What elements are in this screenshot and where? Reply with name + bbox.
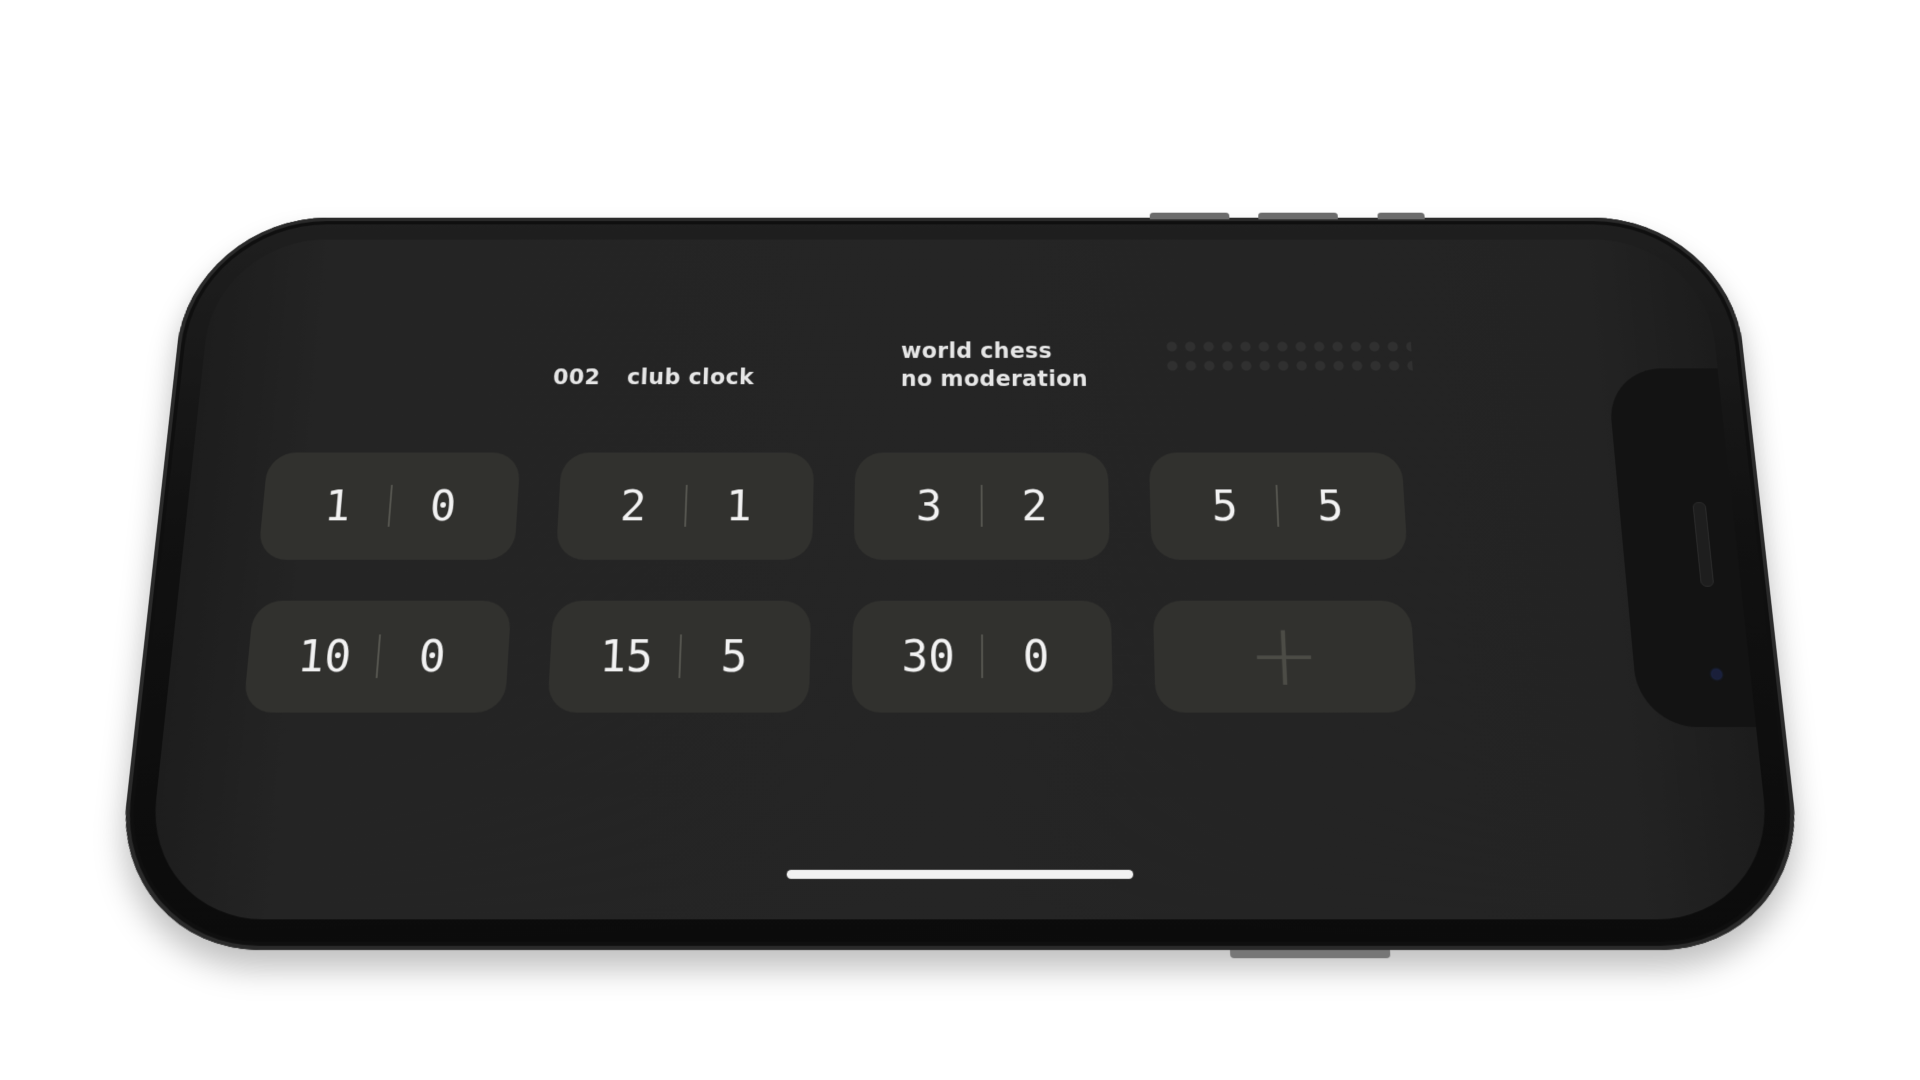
preset-increment: 1	[686, 481, 791, 530]
preset-row: 1 0 2 1 3 2 5 5	[258, 453, 1435, 560]
home-indicator[interactable]	[787, 870, 1134, 879]
preset-2-1-button[interactable]: 2 1	[556, 453, 814, 560]
speaker-grille	[1692, 502, 1714, 587]
preset-increment: 0	[389, 481, 496, 530]
mockup-stage: 002 club clock world chess no moderation…	[0, 0, 1920, 1080]
edition-number: 002	[552, 365, 601, 390]
add-preset-button[interactable]: +	[1153, 601, 1418, 713]
preset-minutes: 3	[877, 481, 981, 530]
preset-increment: 5	[680, 631, 787, 682]
preset-increment: 2	[983, 481, 1087, 530]
volume-button	[1150, 213, 1230, 220]
app-header: 002 club clock world chess no moderation	[200, 334, 1721, 395]
time-control-presets: 1 0 2 1 3 2 5 5 10 0 15 5 30 0 +	[239, 453, 1447, 756]
preset-increment: 0	[377, 631, 486, 682]
tagline-line-2: no moderation	[901, 365, 1088, 393]
app-screen: 002 club clock world chess no moderation…	[143, 240, 1776, 920]
tagline-line-1: world chess	[901, 337, 1088, 365]
preset-minutes: 15	[572, 631, 680, 682]
preset-30-0-button[interactable]: 30 0	[851, 601, 1113, 713]
preset-minutes: 2	[580, 481, 686, 530]
silent-switch	[1377, 213, 1424, 220]
app-tagline: world chess no moderation	[901, 337, 1088, 393]
preset-5-5-button[interactable]: 5 5	[1149, 453, 1408, 560]
plus-icon: +	[1246, 614, 1322, 699]
preset-increment: 0	[983, 631, 1089, 682]
volume-button	[1258, 213, 1338, 220]
preset-increment: 5	[1277, 481, 1383, 530]
preset-1-0-button[interactable]: 1 0	[258, 453, 521, 560]
preset-minutes: 10	[269, 631, 379, 682]
phone-device: 002 club clock world chess no moderation…	[110, 218, 1810, 950]
notch	[1607, 368, 1756, 727]
preset-15-5-button[interactable]: 15 5	[547, 601, 811, 713]
app-title: club clock	[626, 365, 754, 390]
preset-minutes: 1	[283, 481, 391, 530]
front-camera	[1711, 669, 1722, 679]
power-button	[1230, 950, 1390, 958]
preset-minutes: 5	[1172, 481, 1277, 530]
preset-row: 10 0 15 5 30 0 +	[243, 601, 1444, 713]
preset-minutes: 30	[875, 631, 981, 682]
preset-10-0-button[interactable]: 10 0	[243, 601, 511, 713]
dot-grid-icon	[1162, 337, 1413, 375]
preset-3-2-button[interactable]: 3 2	[854, 453, 1110, 560]
